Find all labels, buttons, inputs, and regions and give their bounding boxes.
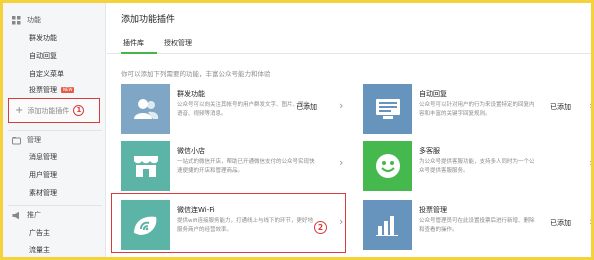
plugin-card-multi-service[interactable]: 多客服 为公众号提供客服功能，支持多人同时为一个公众号提供客服服务。 › bbox=[363, 141, 591, 191]
sidebar-section-label: 功能 bbox=[27, 16, 41, 24]
grid-icon bbox=[12, 15, 21, 25]
plugin-card-vote[interactable]: 投票管理 公众号管理员可在此设置投票后进行新增、删除和查看的操作。 已添加 › bbox=[363, 200, 591, 250]
tab-authorization[interactable]: 授权管理 bbox=[164, 38, 192, 48]
users-icon bbox=[121, 84, 170, 134]
chevron-right-icon: › bbox=[589, 215, 591, 228]
annotation-marker-1: 1 bbox=[73, 105, 85, 116]
sidebar-item-publisher[interactable]: 流量主 bbox=[29, 245, 50, 255]
sidebar-item-users[interactable]: 用户管理 bbox=[29, 170, 57, 180]
plugin-card-shop[interactable]: 微信小店 一站式的微信开店，帮助已开通微信支付的公众号实现快速便捷的开店和管理商… bbox=[121, 141, 356, 191]
sidebar-item-custom-menu[interactable]: 自定义菜单 bbox=[29, 69, 64, 79]
add-plugin-label: 添加功能插件 bbox=[27, 106, 70, 115]
plugin-desc: 公众号管理员可在此设置投票后进行新增、删除和查看的操作。 bbox=[419, 218, 535, 233]
plugin-desc: 公众号可以针对用户的行为来设置特定的回复内容和丰富的关键字回复规则。 bbox=[419, 102, 535, 117]
new-badge: NEW bbox=[61, 87, 75, 93]
bar-chart-icon bbox=[363, 200, 412, 250]
hint-text: 你可以添加下列需要的功能，丰富公众号能力和体验 bbox=[121, 70, 271, 78]
active-tab-indicator bbox=[121, 52, 157, 54]
plugin-card-auto-reply[interactable]: 自动回复 公众号可以针对用户的行为来设置特定的回复内容和丰富的关键字回复规则。 … bbox=[363, 84, 591, 134]
sidebar-item-materials[interactable]: 素材管理 bbox=[29, 188, 57, 198]
chevron-right-icon: › bbox=[589, 99, 591, 112]
tab-plugin-library[interactable]: 插件库 bbox=[123, 38, 144, 48]
sidebar-item-broadcast[interactable]: 群发功能 bbox=[29, 33, 57, 43]
plugin-status: 已添加 bbox=[550, 219, 571, 227]
megaphone-icon bbox=[12, 211, 21, 220]
chevron-right-icon: › bbox=[339, 156, 344, 169]
chevron-right-icon: › bbox=[339, 99, 344, 112]
sidebar-item-label: 投票管理 bbox=[29, 86, 57, 94]
sidebar-item-vote[interactable]: 投票管理 NEW bbox=[29, 85, 75, 95]
plugin-desc: 公众号可以向关注其帐号的用户群发文字、图片、图文、语音、视频等消息。 bbox=[177, 102, 315, 117]
shop-icon bbox=[121, 141, 170, 191]
sidebar-divider bbox=[8, 205, 102, 206]
plugin-card-broadcast[interactable]: 群发功能 公众号可以向关注其帐号的用户群发文字、图片、图文、语音、视频等消息。 … bbox=[121, 84, 356, 134]
plugin-name: 自动回复 bbox=[419, 90, 447, 98]
sidebar-section-label: 推广 bbox=[27, 211, 41, 219]
app-frame: 功能 群发功能 自动回复 自定义菜单 投票管理 NEW + 添加功能插件 1 管理… bbox=[3, 3, 591, 257]
sidebar-item-auto-reply[interactable]: 自动回复 bbox=[29, 51, 57, 61]
plugin-desc: 为公众号提供客服功能，支持多人同时为一个公众号提供客服服务。 bbox=[419, 159, 535, 174]
reply-screen-icon bbox=[363, 84, 412, 134]
sidebar: 功能 群发功能 自动回复 自定义菜单 投票管理 NEW + 添加功能插件 1 管理… bbox=[3, 3, 106, 257]
sidebar-section-manage: 管理 bbox=[12, 134, 41, 146]
plugin-name: 微信小店 bbox=[177, 147, 205, 155]
annotation-marker-2: 2 bbox=[314, 221, 327, 234]
plugin-name: 投票管理 bbox=[419, 206, 447, 214]
add-plugin-button[interactable]: + 添加功能插件 1 bbox=[8, 98, 100, 123]
main-content: 添加功能插件 插件库 授权管理 你可以添加下列需要的功能，丰富公众号能力和体验 … bbox=[107, 3, 591, 257]
tab-bar: 插件库 授权管理 bbox=[107, 33, 591, 54]
plugin-name: 多客服 bbox=[419, 147, 440, 155]
plugin-status: 已添加 bbox=[550, 103, 571, 111]
sidebar-section-function: 功能 bbox=[12, 14, 41, 26]
folder-icon bbox=[12, 136, 21, 145]
plus-icon: + bbox=[15, 104, 24, 116]
plugin-desc: 一站式的微信开店，帮助已开通微信支付的公众号实现快速便捷的开店和管理商品。 bbox=[177, 159, 315, 174]
sidebar-section-label: 管理 bbox=[27, 136, 41, 144]
annotation-highlight-wifi bbox=[111, 193, 346, 253]
sidebar-item-messages[interactable]: 消息管理 bbox=[29, 152, 57, 162]
sidebar-section-promote: 推广 bbox=[12, 209, 41, 221]
chevron-right-icon: › bbox=[589, 156, 591, 169]
sidebar-item-advertiser[interactable]: 广告主 bbox=[29, 228, 50, 238]
smile-icon bbox=[363, 141, 412, 191]
plugin-name: 群发功能 bbox=[177, 90, 205, 98]
page-title: 添加功能插件 bbox=[121, 15, 176, 25]
sidebar-divider bbox=[8, 130, 102, 131]
plugin-status: 已添加 bbox=[296, 103, 317, 111]
